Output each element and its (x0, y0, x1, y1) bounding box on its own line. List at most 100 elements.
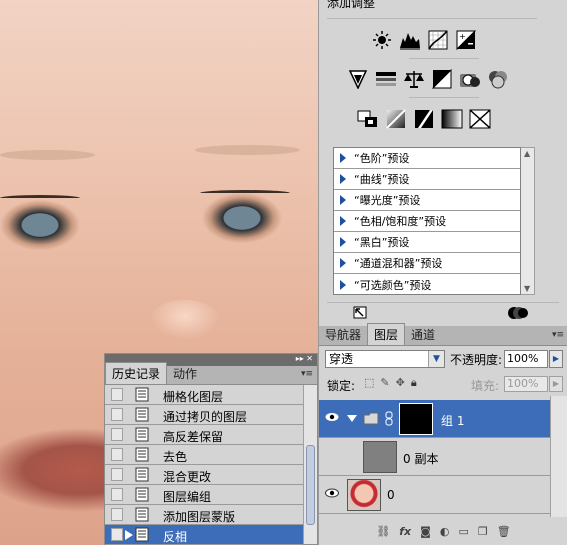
lock-pixels-icon[interactable]: ✎ (380, 376, 389, 390)
panel-menu-icon[interactable]: ▾≡ (552, 330, 564, 340)
exposure-icon[interactable]: + (455, 29, 477, 51)
adjustment-icon-row-3 (357, 108, 491, 130)
collapse-panel-icon[interactable]: ▸▸ ✕ (296, 354, 313, 363)
history-brush-source-icon[interactable] (125, 530, 133, 540)
layers-scrollbar[interactable] (550, 396, 567, 517)
expand-triangle-icon[interactable] (340, 195, 346, 205)
fill-input[interactable]: 100% (504, 376, 548, 392)
layer-thumbnail[interactable] (347, 479, 381, 511)
snapshot-checkbox[interactable] (111, 528, 123, 541)
link-chain-icon[interactable] (385, 411, 393, 426)
color-balance-icon[interactable] (403, 68, 425, 90)
tab-channels[interactable]: 通道 (405, 324, 441, 345)
black-white-icon[interactable] (431, 68, 453, 90)
panel-menu-icon[interactable]: ▾≡ (301, 369, 313, 379)
opacity-label: 不透明度: (450, 353, 503, 367)
lock-all-icon[interactable]: 🔒︎ (411, 376, 417, 390)
posterize-icon[interactable] (385, 108, 407, 130)
history-scrollbar[interactable] (303, 385, 317, 544)
layer-name[interactable]: 0 (387, 488, 395, 502)
expand-triangle-icon[interactable] (340, 153, 346, 163)
history-item[interactable]: 添加图层蒙版 (105, 505, 303, 525)
layer-row-copy[interactable]: 0 副本 (319, 438, 550, 476)
list-item[interactable]: “通道混和器”预设 (334, 253, 520, 274)
history-tab-bar: 历史记录 动作 ▾≡ (105, 362, 317, 385)
new-group-icon[interactable]: ▭ (458, 525, 468, 538)
gradient-map-icon[interactable] (441, 108, 463, 130)
tab-history[interactable]: 历史记录 (105, 362, 168, 384)
opacity-slider-button[interactable]: ▶ (549, 350, 563, 368)
list-item[interactable]: “色阶”预设 (334, 148, 520, 169)
snapshot-checkbox[interactable] (111, 448, 123, 461)
hue-saturation-icon[interactable] (375, 68, 397, 90)
return-to-list-icon[interactable] (353, 306, 369, 320)
list-item[interactable]: “可选颜色”预设 (334, 274, 520, 295)
history-item[interactable]: 去色 (105, 445, 303, 465)
lock-transparency-icon[interactable]: ⬚ (364, 376, 374, 390)
snapshot-checkbox[interactable] (111, 428, 123, 441)
vibrance-icon[interactable] (347, 68, 369, 90)
threshold-icon[interactable] (413, 108, 435, 130)
history-item-current[interactable]: 反相 (105, 525, 303, 545)
history-item[interactable]: 栅格化图层 (105, 385, 303, 405)
opacity-input[interactable]: 100% (504, 350, 548, 368)
scroll-down-icon[interactable]: ▼ (524, 284, 530, 293)
invert-icon[interactable] (357, 108, 379, 130)
new-adjustment-icon[interactable]: ◐ (440, 525, 450, 538)
scroll-thumb[interactable] (306, 445, 315, 525)
snapshot-checkbox[interactable] (111, 468, 123, 481)
tab-navigator[interactable]: 导航器 (319, 324, 367, 345)
list-item[interactable]: “黑白”预设 (334, 232, 520, 253)
expand-triangle-icon[interactable] (340, 279, 346, 290)
history-item[interactable]: 混合更改 (105, 465, 303, 485)
scroll-up-icon[interactable]: ▲ (524, 149, 530, 158)
selective-color-icon[interactable] (469, 108, 491, 130)
layer-row-base[interactable]: 0 (319, 476, 550, 514)
layer-name[interactable]: 组 1 (441, 412, 464, 429)
fill-slider-button[interactable]: ▶ (549, 376, 563, 392)
history-item[interactable]: 图层编组 (105, 485, 303, 505)
list-item[interactable]: “曝光度”预设 (334, 190, 520, 211)
channel-mixer-icon[interactable] (487, 68, 509, 90)
adjustments-title: 添加调整 (327, 0, 376, 10)
layer-thumbnail[interactable] (363, 441, 397, 473)
chevron-down-icon[interactable]: ▼ (428, 351, 444, 367)
layer-name[interactable]: 0 副本 (403, 450, 438, 467)
expand-triangle-icon[interactable] (340, 174, 346, 184)
new-layer-icon[interactable]: ❐ (478, 525, 488, 538)
link-layers-icon[interactable]: ⛓ (376, 525, 390, 538)
lock-position-icon[interactable]: ✥ (396, 376, 405, 390)
visibility-eye-icon[interactable] (325, 412, 339, 422)
list-item[interactable]: “色相/饱和度”预设 (334, 211, 520, 232)
photo-filter-icon[interactable] (459, 68, 481, 90)
delete-layer-icon[interactable]: 🗑︎ (497, 525, 511, 538)
expand-triangle-icon[interactable] (340, 237, 346, 247)
curves-icon[interactable] (427, 29, 449, 51)
tab-layers[interactable]: 图层 (367, 323, 406, 345)
layer-style-icon[interactable]: fx (399, 525, 411, 538)
snapshot-checkbox[interactable] (111, 508, 123, 521)
brightness-icon[interactable] (371, 29, 393, 51)
history-item[interactable]: 通过拷贝的图层 (105, 405, 303, 425)
mask-icon[interactable] (507, 306, 529, 320)
nose-highlight (150, 300, 220, 340)
snapshot-checkbox[interactable] (111, 488, 123, 501)
folder-icon (363, 412, 379, 425)
preset-scrollbar[interactable]: ▲ ▼ (521, 147, 535, 295)
add-mask-icon[interactable]: ◙ (420, 525, 431, 538)
snapshot-checkbox[interactable] (111, 408, 123, 421)
visibility-eye-icon[interactable] (325, 488, 339, 498)
tab-actions[interactable]: 动作 (167, 363, 203, 384)
blend-mode-select[interactable]: 穿透 ▼ (325, 350, 445, 368)
expand-triangle-icon[interactable] (340, 216, 346, 226)
layer-mask-thumbnail[interactable] (399, 403, 433, 435)
list-item[interactable]: “曲线”预设 (334, 169, 520, 190)
snapshot-checkbox[interactable] (111, 388, 123, 401)
collapse-triangle-icon[interactable] (347, 415, 357, 423)
history-item[interactable]: 高反差保留 (105, 425, 303, 445)
history-state-icon (135, 447, 149, 462)
layer-row-group[interactable]: 组 1 (319, 400, 550, 438)
expand-triangle-icon[interactable] (340, 258, 346, 268)
levels-icon[interactable] (399, 29, 421, 51)
layers-panel: 导航器 图层 通道 ▾≡ 穿透 ▼ 不透明度: 100% ▶ 锁定: ⬚ ✎ ✥… (318, 323, 567, 545)
